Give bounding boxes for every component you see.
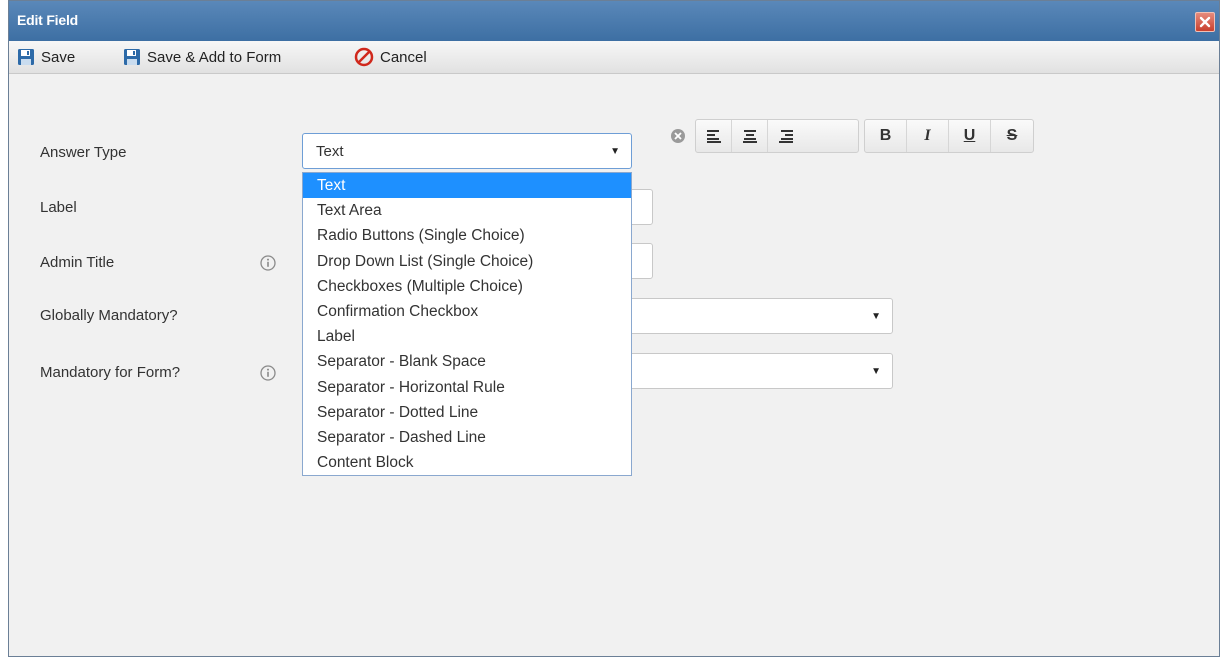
option-content-block[interactable]: Content Block — [303, 450, 631, 475]
option-text[interactable]: Text — [303, 173, 631, 199]
answer-type-options-list: Text Text Area Radio Buttons (Single Cho… — [302, 172, 632, 476]
answer-type-value: Text — [316, 143, 344, 160]
align-left-button[interactable] — [696, 120, 732, 152]
align-right-button[interactable] — [768, 120, 804, 152]
label-field-label: Label — [40, 199, 77, 216]
align-center-icon — [742, 130, 757, 143]
globally-mandatory-label: Globally Mandatory? — [40, 307, 178, 324]
align-center-button[interactable] — [732, 120, 768, 152]
cancel-button-label: Cancel — [380, 48, 427, 66]
chevron-down-icon: ▼ — [871, 366, 881, 377]
save-add-to-form-label: Save & Add to Form — [147, 48, 282, 66]
toolbar: Save Save & Add to Form Cancel — [9, 41, 1219, 74]
floppy-disk-icon — [18, 49, 34, 65]
chevron-down-icon: ▼ — [871, 311, 881, 322]
option-separator-dotted-line[interactable]: Separator - Dotted Line — [303, 400, 631, 425]
strikethrough-button[interactable]: S — [991, 120, 1033, 152]
edit-field-dialog: Edit Field Save Save & Add to Form Cance… — [8, 0, 1220, 657]
option-separator-dashed-line[interactable]: Separator - Dashed Line — [303, 425, 631, 450]
info-circle-icon[interactable] — [260, 255, 276, 271]
alignment-button-group — [695, 119, 859, 153]
underline-button[interactable]: U — [949, 120, 991, 152]
align-right-icon — [779, 130, 793, 143]
text-style-button-group: B I U S — [864, 119, 1034, 153]
option-label[interactable]: Label — [303, 324, 631, 349]
cancel-button[interactable]: Cancel — [354, 47, 427, 67]
no-entry-icon — [354, 47, 374, 67]
save-add-to-form-button[interactable]: Save & Add to Form — [123, 47, 281, 67]
option-text-area[interactable]: Text Area — [303, 198, 631, 223]
admin-title-label: Admin Title — [40, 254, 115, 271]
dialog-titlebar: Edit Field — [9, 1, 1219, 41]
italic-button[interactable]: I — [907, 120, 949, 152]
answer-type-select[interactable]: Text ▼ — [302, 133, 632, 169]
clear-icon[interactable] — [667, 125, 689, 147]
chevron-down-icon: ▼ — [610, 146, 620, 157]
option-checkboxes[interactable]: Checkboxes (Multiple Choice) — [303, 274, 631, 299]
save-button[interactable]: Save — [17, 47, 75, 67]
floppy-disk-icon — [124, 49, 140, 65]
answer-type-label: Answer Type — [40, 144, 127, 161]
option-drop-down-list[interactable]: Drop Down List (Single Choice) — [303, 249, 631, 274]
dialog-title: Edit Field — [17, 12, 79, 28]
option-confirmation-checkbox[interactable]: Confirmation Checkbox — [303, 299, 631, 324]
close-button[interactable] — [1195, 12, 1215, 32]
option-radio-buttons[interactable]: Radio Buttons (Single Choice) — [303, 223, 631, 248]
mandatory-for-form-label: Mandatory for Form? — [40, 364, 181, 381]
info-circle-icon[interactable] — [260, 365, 276, 381]
align-left-icon — [706, 130, 721, 143]
close-icon — [1199, 16, 1211, 28]
option-separator-blank-space[interactable]: Separator - Blank Space — [303, 349, 631, 374]
save-button-label: Save — [41, 48, 76, 66]
bold-button[interactable]: B — [865, 120, 907, 152]
option-separator-horizontal-rule[interactable]: Separator - Horizontal Rule — [303, 375, 631, 400]
